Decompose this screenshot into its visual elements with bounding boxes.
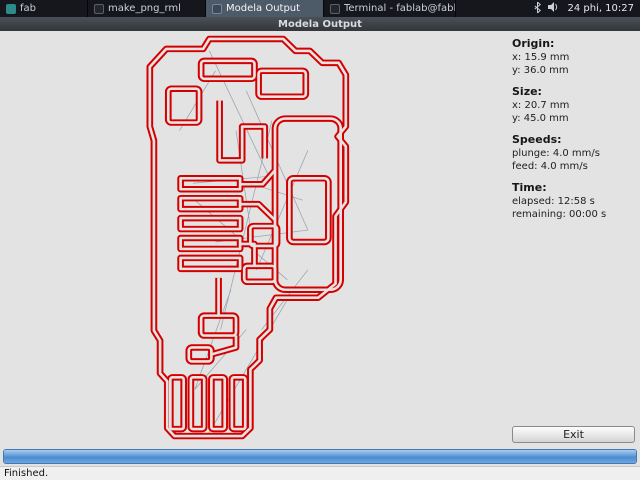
taskbar-item-label: fab	[20, 3, 36, 14]
taskbar-item-modela-output[interactable]: Modela Output	[206, 0, 324, 17]
taskbar: fab make_png_rml Modela Output Terminal …	[0, 0, 640, 17]
time-heading: Time:	[512, 181, 547, 194]
taskbar-item-terminal[interactable]: Terminal - fablab@fablab...	[324, 0, 456, 17]
taskbar-item-fab[interactable]: fab	[0, 0, 88, 17]
origin-x: x: 15.9 mm	[512, 52, 570, 63]
origin-heading: Origin:	[512, 37, 555, 50]
speeds-heading: Speeds:	[512, 133, 562, 146]
progress-bar	[3, 449, 637, 464]
modela-output-window: Origin: x: 15.9 mm y: 36.0 mm Size: x: 2…	[0, 31, 640, 447]
time-elapsed: elapsed: 12:58 s	[512, 196, 595, 207]
speed-plunge: plunge: 4.0 mm/s	[512, 148, 600, 159]
taskbar-item-label: make_png_rml	[108, 3, 181, 14]
system-tray: 24 phi, 10:27	[528, 0, 640, 17]
time-remaining: remaining: 00:00 s	[512, 209, 607, 220]
taskbar-item-label: Terminal - fablab@fablab...	[344, 3, 456, 14]
speed-feed: feed: 4.0 mm/s	[512, 161, 588, 172]
toolpath-canvas	[0, 31, 510, 447]
toolpath-svg	[0, 31, 510, 447]
status-message: Finished.	[4, 468, 49, 479]
progress-bar-fill	[4, 450, 636, 463]
size-x: x: 20.7 mm	[512, 100, 570, 111]
taskbar-item-label: Modela Output	[226, 3, 301, 14]
terminal-icon	[330, 3, 340, 14]
window-title: Modela Output	[278, 18, 362, 30]
terminal-icon	[94, 3, 104, 14]
taskbar-item-make-png-rml[interactable]: make_png_rml	[88, 0, 206, 17]
bluetooth-icon[interactable]	[534, 1, 542, 16]
screen: fab make_png_rml Modela Output Terminal …	[0, 0, 640, 480]
info-sidebar: Origin: x: 15.9 mm y: 36.0 mm Size: x: 2…	[510, 31, 640, 447]
size-heading: Size:	[512, 85, 542, 98]
origin-y: y: 36.0 mm	[512, 65, 569, 76]
size-y: y: 45.0 mm	[512, 113, 569, 124]
status-bar: Finished.	[0, 466, 640, 480]
exit-button[interactable]: Exit	[512, 426, 635, 443]
window-titlebar[interactable]: Modela Output	[0, 17, 640, 31]
volume-icon[interactable]	[548, 2, 560, 15]
fab-app-icon	[6, 3, 16, 14]
window-icon	[212, 3, 222, 14]
clock[interactable]: 24 phi, 10:27	[567, 3, 634, 14]
